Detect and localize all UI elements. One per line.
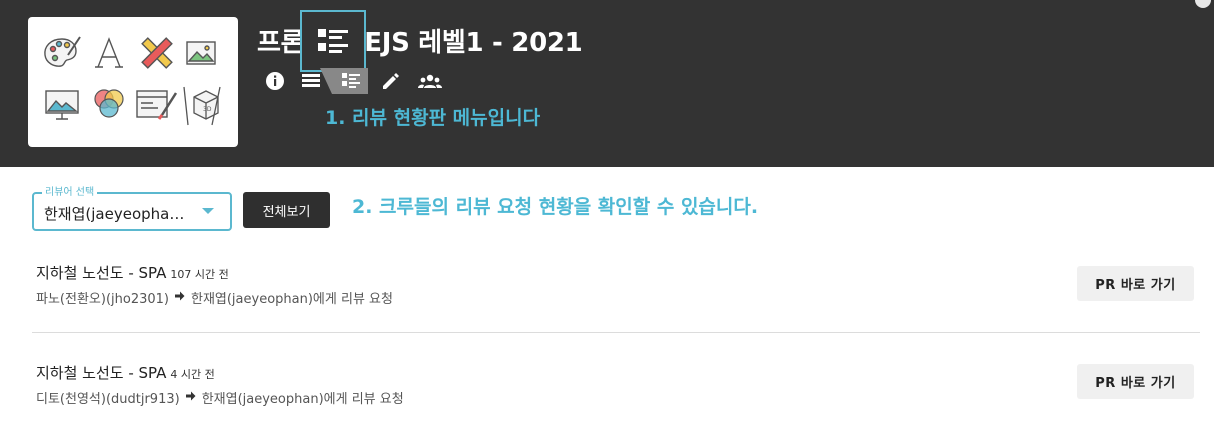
review-meta: 파노(전환오)(jho2301) 한재엽(jaeyeophan)에게 리뷰 요청 bbox=[36, 288, 393, 307]
reviewer-select-label: 리뷰어 선택 bbox=[42, 186, 98, 199]
course-header: 3D 프론 EJS 레벨1 - 2021 1. 리뷰 현황판 메뉴입니다 bbox=[0, 0, 1214, 167]
review-time: 107 시간 전 bbox=[170, 268, 229, 281]
arrow-right-icon bbox=[185, 390, 196, 405]
review-board-highlight bbox=[300, 10, 366, 72]
review-title: 지하철 노선도 - SPA bbox=[36, 364, 167, 382]
page: 3D 프론 EJS 레벨1 - 2021 1. 리뷰 현황판 메뉴입니다 리뷰어… bbox=[0, 0, 1214, 422]
review-item: 지하철 노선도 - SPA 107 시간 전 파노(전환오)(jho2301) 한… bbox=[32, 262, 1200, 322]
review-title-line: 지하철 노선도 - SPA 107 시간 전 bbox=[36, 262, 229, 283]
review-board-zoom-icon bbox=[318, 29, 348, 53]
tab-review-board[interactable] bbox=[320, 68, 368, 94]
review-requester: 파노(전환오)(jho2301) bbox=[36, 292, 169, 307]
review-target: 한재엽(jaeyeophan)에게 리뷰 요청 bbox=[201, 392, 404, 407]
divider bbox=[32, 332, 1200, 333]
review-item: 지하철 노선도 - SPA 4 시간 전 디토(천영석)(dudtjr913) 한… bbox=[32, 362, 1200, 422]
arrow-right-icon bbox=[174, 290, 185, 305]
review-time: 4 시간 전 bbox=[170, 368, 215, 381]
view-all-button[interactable]: 전체보기 bbox=[243, 192, 330, 228]
reviewer-select-value: 한재엽(jaeyeopha… bbox=[44, 205, 185, 223]
review-title: 지하철 노선도 - SPA bbox=[36, 264, 167, 282]
annotation-step-2: 2. 크루들의 리뷰 요청 현황을 확인할 수 있습니다. bbox=[352, 196, 759, 218]
course-title-right: EJS 레벨1 - 2021 bbox=[364, 28, 583, 58]
people-icon[interactable] bbox=[418, 71, 442, 93]
design-tools-illustration: 3D bbox=[44, 36, 221, 126]
view-list-icon[interactable] bbox=[300, 70, 322, 92]
chevron-down-icon bbox=[202, 208, 214, 214]
review-requester: 디토(천영석)(dudtjr913) bbox=[36, 392, 180, 407]
annotation-step-1: 1. 리뷰 현황판 메뉴입니다 bbox=[325, 107, 541, 129]
review-target: 한재엽(jaeyeophan)에게 리뷰 요청 bbox=[190, 292, 393, 307]
info-icon[interactable] bbox=[264, 70, 286, 92]
pencil-icon[interactable] bbox=[379, 71, 401, 93]
course-thumbnail: 3D bbox=[28, 17, 238, 147]
course-title-left: 프론 bbox=[257, 28, 305, 58]
pr-link-button[interactable]: PR 바로 가기 bbox=[1077, 364, 1194, 399]
review-meta: 디토(천영석)(dudtjr913) 한재엽(jaeyeophan)에게 리뷰 … bbox=[36, 388, 404, 407]
review-title-line: 지하철 노선도 - SPA 4 시간 전 bbox=[36, 362, 215, 383]
pr-link-button[interactable]: PR 바로 가기 bbox=[1077, 266, 1194, 301]
svg-text:3D: 3D bbox=[203, 106, 212, 113]
corner-avatar bbox=[1195, 0, 1211, 8]
reviewer-select[interactable]: 리뷰어 선택 한재엽(jaeyeopha… bbox=[32, 186, 232, 231]
